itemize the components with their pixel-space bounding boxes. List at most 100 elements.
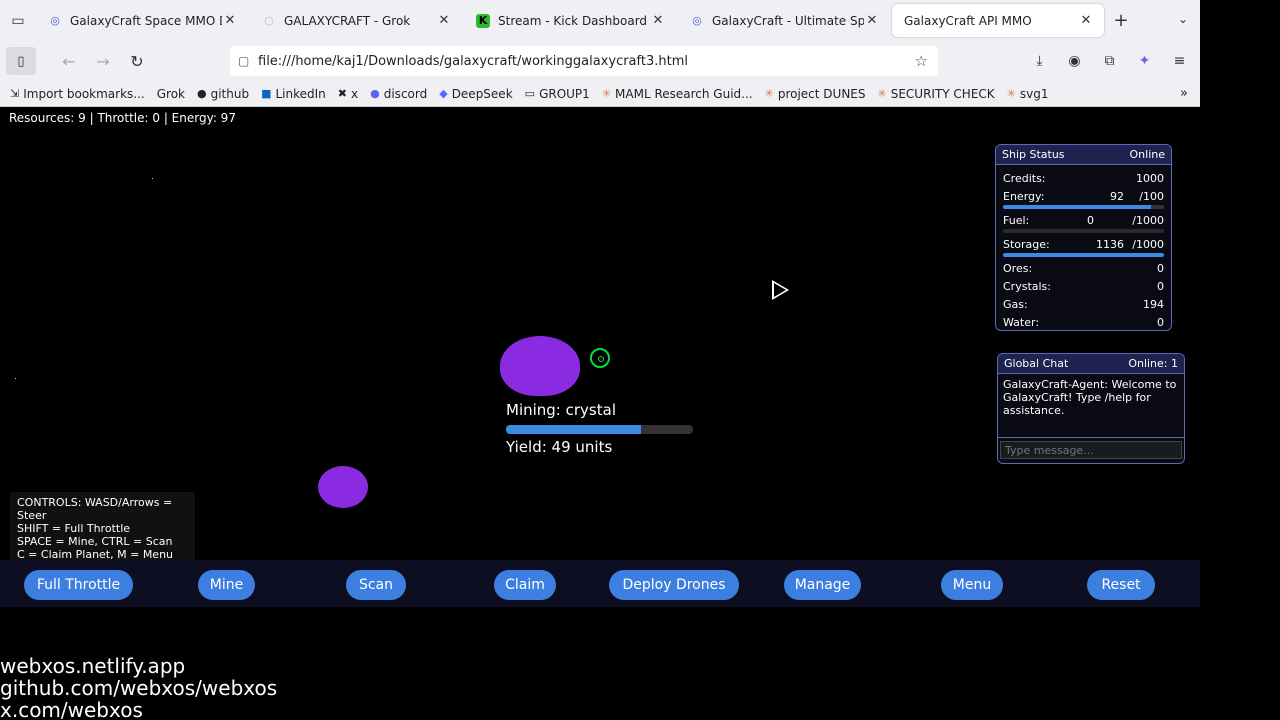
mine-button[interactable]: Mine bbox=[198, 570, 255, 600]
chevron-down-icon[interactable]: ⌄ bbox=[1178, 12, 1188, 26]
bookmarks-bar: ⇲ Import bookmarks... Grok ● github ■ Linke… bbox=[0, 81, 1200, 107]
bookmark-discord[interactable]: ● discord bbox=[370, 87, 427, 101]
bookmark-label: project DUNES bbox=[777, 86, 866, 101]
footer-link-x: x.com/webxos bbox=[0, 698, 143, 720]
bookmark-label: DeepSeek bbox=[451, 86, 513, 101]
controls-line: CONTROLS: WASD/Arrows = Steer bbox=[17, 496, 173, 522]
bookmark-label: github bbox=[210, 86, 250, 101]
fuel-bar bbox=[1003, 229, 1164, 233]
reload-icon[interactable]: ↻ bbox=[120, 45, 154, 77]
account-icon[interactable]: ◉ bbox=[1057, 45, 1092, 77]
claude-icon: ✳ bbox=[877, 87, 887, 100]
energy-max: /100 bbox=[1139, 189, 1164, 203]
new-tab-icon[interactable]: + bbox=[1106, 10, 1136, 31]
claude-icon: ✳ bbox=[1006, 87, 1016, 100]
star-icon[interactable]: ☆ bbox=[915, 52, 928, 70]
chat-input[interactable] bbox=[1000, 441, 1182, 459]
tab-0[interactable]: ◎ GalaxyCraft Space MMO De ✕ bbox=[36, 4, 248, 37]
folder-icon: ▭ bbox=[524, 87, 536, 100]
star bbox=[152, 178, 153, 179]
bookmark-group1[interactable]: ▭ GROUP1 bbox=[525, 87, 590, 101]
ores-label: Ores: bbox=[1003, 261, 1033, 275]
extensions-icon[interactable]: ⧉ bbox=[1092, 45, 1127, 77]
ores-value: 0 bbox=[1157, 261, 1164, 275]
scan-button[interactable]: Scan bbox=[346, 570, 406, 600]
hamburger-menu-icon[interactable]: ≡ bbox=[1162, 45, 1197, 77]
panel-title: Ship Status bbox=[1002, 148, 1065, 161]
tab-overview-icon[interactable]: ▭ bbox=[0, 0, 36, 41]
close-icon[interactable]: ✕ bbox=[436, 13, 452, 28]
target-reticle-icon bbox=[590, 348, 610, 368]
credits-value: 1000 bbox=[1136, 171, 1164, 185]
bookmark-label: Import bookmarks... bbox=[23, 86, 145, 101]
energy-value: 92 bbox=[1110, 189, 1124, 203]
storage-max: /1000 bbox=[1132, 237, 1164, 251]
close-icon[interactable]: ✕ bbox=[1078, 13, 1094, 28]
gas-value: 194 bbox=[1143, 297, 1164, 311]
ship-icon bbox=[772, 280, 789, 300]
claim-button[interactable]: Claim bbox=[494, 570, 556, 600]
tab-3[interactable]: ◎ GalaxyCraft - Ultimate Space M ✕ bbox=[678, 4, 890, 37]
bookmark-security[interactable]: ✳ SECURITY CHECK bbox=[878, 87, 995, 101]
close-icon[interactable]: ✕ bbox=[650, 13, 666, 28]
global-chat-panel: Global Chat Online: 1 GalaxyCraft-Agent:… bbox=[997, 353, 1185, 464]
tab-title: GalaxyCraft Space MMO De bbox=[70, 13, 222, 28]
storage-bar bbox=[1003, 253, 1164, 257]
url-bar[interactable]: ▢ file:///home/kaj1/Downloads/galaxycraf… bbox=[230, 46, 938, 76]
storage-label: Storage: bbox=[1003, 237, 1050, 251]
crystals-label: Crystals: bbox=[1003, 279, 1051, 293]
sidebar-icon[interactable]: ▯ bbox=[6, 47, 36, 75]
bookmark-import[interactable]: ⇲ Import bookmarks... bbox=[10, 87, 145, 101]
water-value: 0 bbox=[1157, 315, 1164, 329]
controls-line: SHIFT = Full Throttle bbox=[17, 522, 131, 535]
gas-label: Gas: bbox=[1003, 297, 1028, 311]
bookmark-maml[interactable]: ✳ MAML Research Guid... bbox=[602, 87, 753, 101]
linkedin-icon: ■ bbox=[261, 87, 272, 100]
back-icon[interactable]: ← bbox=[52, 45, 86, 77]
reset-button[interactable]: Reset bbox=[1087, 570, 1155, 600]
planet[interactable] bbox=[318, 466, 368, 508]
full-throttle-button[interactable]: Full Throttle bbox=[24, 570, 133, 600]
close-icon[interactable]: ✕ bbox=[864, 13, 880, 28]
discord-icon: ● bbox=[370, 87, 380, 100]
grok-icon: ◎ bbox=[692, 14, 702, 27]
energy-bar-fill bbox=[1003, 205, 1152, 209]
tab-2[interactable]: K Stream - Kick Dashboard ✕ bbox=[464, 4, 676, 37]
bookmark-svg1[interactable]: ✳ svg1 bbox=[1007, 87, 1049, 101]
tab-title: GalaxyCraft API MMO bbox=[904, 13, 1032, 28]
claude-icon: ✳ bbox=[601, 87, 612, 100]
online-count: Online: 1 bbox=[1128, 357, 1178, 370]
game-canvas[interactable]: Resources: 9 | Throttle: 0 | Energy: 97 … bbox=[0, 107, 1200, 607]
ship-status-header: Ship Status Online bbox=[996, 145, 1171, 165]
star bbox=[15, 378, 16, 379]
storage-value: 1136 bbox=[1096, 237, 1124, 251]
mining-progress-bar bbox=[506, 425, 693, 434]
deploy-drones-button[interactable]: Deploy Drones bbox=[609, 570, 739, 600]
mining-progress-fill bbox=[506, 425, 641, 434]
bookmark-label: LinkedIn bbox=[275, 86, 326, 101]
tab-4[interactable]: GalaxyCraft API MMO ✕ bbox=[892, 4, 1104, 37]
menu-button[interactable]: Menu bbox=[941, 570, 1003, 600]
bookmark-deepseek[interactable]: ◆ DeepSeek bbox=[439, 87, 512, 101]
bookmark-linkedin[interactable]: ■ LinkedIn bbox=[261, 87, 326, 101]
bookmark-grok[interactable]: Grok bbox=[157, 87, 185, 101]
planet[interactable] bbox=[500, 336, 580, 396]
close-icon[interactable]: ✕ bbox=[222, 13, 238, 28]
bookmark-x[interactable]: ✖ x bbox=[338, 87, 358, 101]
forward-icon[interactable]: → bbox=[86, 45, 120, 77]
copilot-icon[interactable]: ✦ bbox=[1127, 45, 1162, 77]
controls-help: CONTROLS: WASD/Arrows = Steer SHIFT = Fu… bbox=[10, 492, 195, 565]
import-icon: ⇲ bbox=[10, 87, 20, 100]
bookmark-dunes[interactable]: ✳ project DUNES bbox=[765, 87, 866, 101]
ship-status-panel: Ship Status Online Credits: 1000 Energy: 9… bbox=[995, 144, 1172, 331]
bookmark-github[interactable]: ● github bbox=[197, 87, 249, 101]
panel-title: Global Chat bbox=[1004, 357, 1069, 370]
bookmark-label: Grok bbox=[156, 86, 185, 101]
chevron-right-icon[interactable]: » bbox=[1180, 86, 1188, 101]
download-icon[interactable]: ⤓ bbox=[1022, 45, 1057, 77]
status-badge: Online bbox=[1129, 148, 1165, 161]
manage-button[interactable]: Manage bbox=[784, 570, 861, 600]
fuel-max: /1000 bbox=[1132, 213, 1164, 227]
tab-title: GalaxyCraft - Ultimate Space M bbox=[712, 13, 864, 28]
tab-1[interactable]: ○ GALAXYCRAFT - Grok ✕ bbox=[250, 4, 462, 37]
